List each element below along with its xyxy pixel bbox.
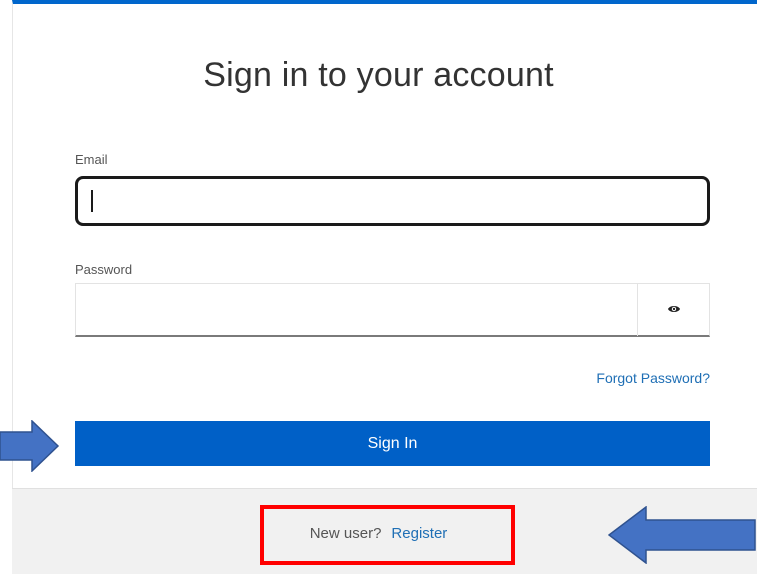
show-password-button[interactable] bbox=[637, 284, 709, 336]
arrow-right-icon bbox=[0, 419, 60, 477]
highlight-box bbox=[260, 505, 515, 565]
sign-in-button[interactable]: Sign In bbox=[75, 421, 710, 466]
password-label: Password bbox=[75, 262, 133, 277]
forgot-password-link[interactable]: Forgot Password? bbox=[596, 370, 710, 386]
password-field[interactable] bbox=[75, 283, 710, 337]
email-field[interactable] bbox=[75, 176, 710, 226]
text-caret bbox=[91, 190, 93, 212]
arrow-left-icon bbox=[607, 505, 757, 569]
email-label: Email bbox=[75, 152, 108, 167]
page-title: Sign in to your account bbox=[203, 56, 554, 94]
eye-icon bbox=[667, 301, 681, 319]
